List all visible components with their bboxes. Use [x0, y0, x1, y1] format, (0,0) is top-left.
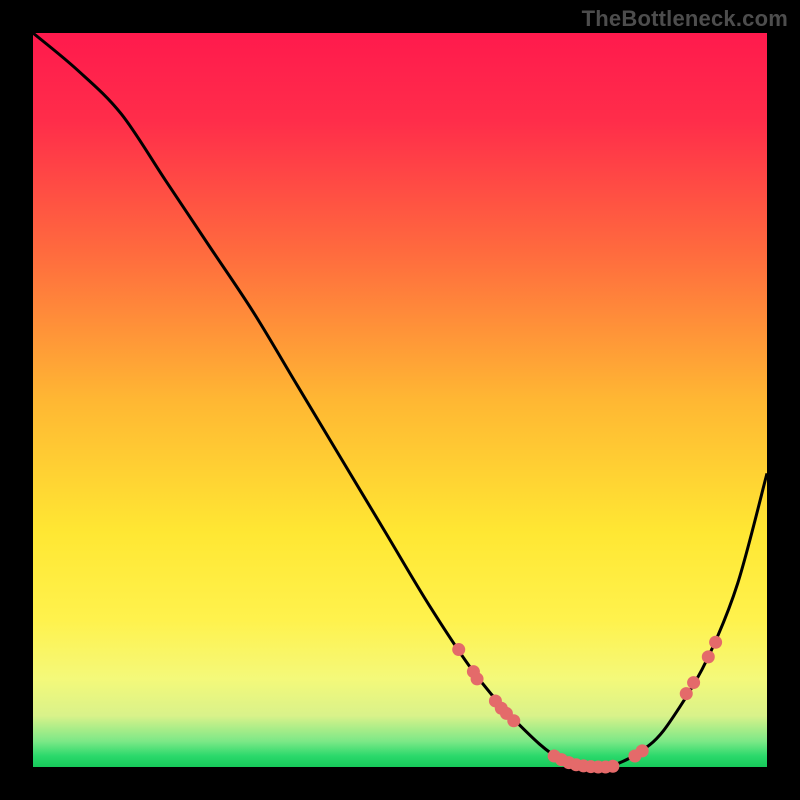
curve-marker [452, 643, 465, 656]
curve-marker [636, 744, 649, 757]
curve-marker [606, 760, 619, 773]
curve-marker [680, 687, 693, 700]
curve-marker [709, 636, 722, 649]
curve-marker [507, 714, 520, 727]
curve-marker [702, 650, 715, 663]
curve-marker [687, 676, 700, 689]
bottleneck-chart [0, 0, 800, 800]
watermark-text: TheBottleneck.com [582, 6, 788, 32]
curve-marker [471, 672, 484, 685]
chart-stage: TheBottleneck.com [0, 0, 800, 800]
